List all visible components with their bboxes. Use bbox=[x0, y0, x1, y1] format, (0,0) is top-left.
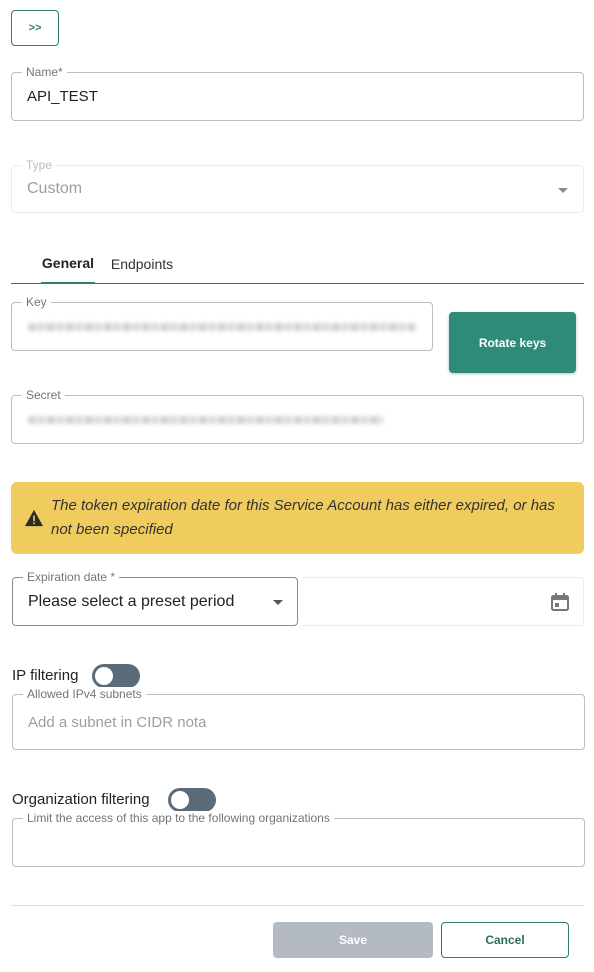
name-input-value: API_TEST bbox=[27, 88, 98, 105]
org-filtering-label: Organization filtering bbox=[12, 791, 150, 808]
warning-message: The token expiration date for this Servi… bbox=[51, 497, 555, 538]
tab-bar: General Endpoints bbox=[11, 244, 584, 284]
toggle-knob bbox=[95, 667, 113, 685]
expiration-warning-banner: The token expiration date for this Servi… bbox=[11, 482, 584, 554]
secret-value-redacted bbox=[28, 415, 383, 424]
cancel-button[interactable]: Cancel bbox=[441, 922, 569, 958]
footer-divider bbox=[11, 905, 584, 906]
key-field-label: Key bbox=[22, 295, 51, 309]
expiration-selected-value: Please select a preset period bbox=[28, 592, 235, 610]
toggle-knob bbox=[171, 791, 189, 809]
type-select-value: Custom bbox=[27, 180, 83, 197]
organizations-field[interactable]: Limit the access of this app to the foll… bbox=[12, 811, 585, 867]
expand-button[interactable]: >> bbox=[11, 10, 59, 46]
tab-general[interactable]: General bbox=[41, 244, 95, 284]
expiration-date-input[interactable] bbox=[302, 577, 584, 626]
secret-field-label: Secret bbox=[22, 388, 65, 402]
chevron-down-icon bbox=[273, 600, 283, 605]
tab-endpoints[interactable]: Endpoints bbox=[107, 244, 177, 283]
key-value-redacted bbox=[28, 322, 416, 331]
organizations-label: Limit the access of this app to the foll… bbox=[23, 811, 334, 825]
warning-triangle-icon bbox=[25, 509, 43, 527]
chevron-down-icon bbox=[558, 188, 568, 193]
rotate-keys-button[interactable]: Rotate keys bbox=[449, 312, 576, 373]
calendar-icon[interactable] bbox=[550, 592, 570, 612]
ipv4-subnets-field[interactable]: Allowed IPv4 subnets Add a subnet in CID… bbox=[12, 687, 585, 750]
type-select: Type Custom bbox=[11, 158, 584, 213]
ip-filtering-label: IP filtering bbox=[12, 667, 79, 684]
expiration-period-select[interactable]: Expiration date * Please select a preset… bbox=[12, 570, 298, 626]
secret-field[interactable]: Secret bbox=[11, 388, 584, 444]
key-field[interactable]: Key bbox=[11, 295, 433, 351]
ipv4-subnets-placeholder: Add a subnet in CIDR nota bbox=[28, 713, 207, 731]
save-button[interactable]: Save bbox=[273, 922, 433, 958]
ip-filtering-toggle[interactable] bbox=[92, 664, 140, 688]
org-filtering-toggle[interactable] bbox=[168, 788, 216, 812]
name-field[interactable]: Name* API_TEST bbox=[11, 65, 584, 121]
